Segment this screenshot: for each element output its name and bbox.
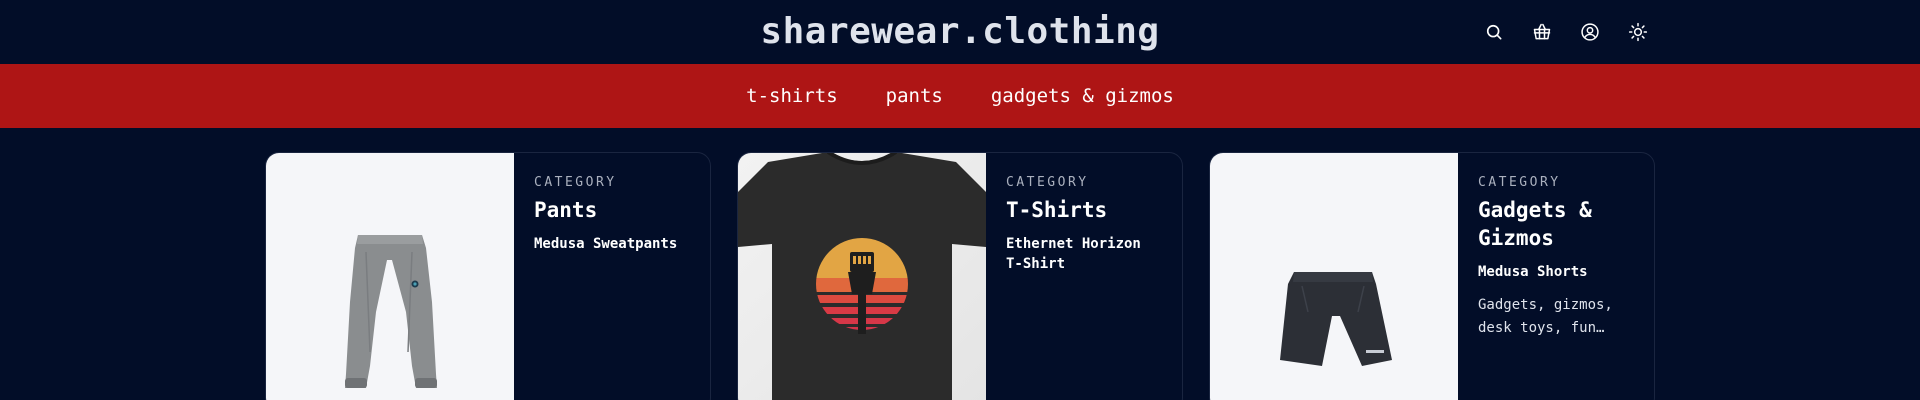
basket-icon[interactable] xyxy=(1530,19,1554,45)
nav-item-gadgets-gizmos[interactable]: gadgets & gizmos xyxy=(991,85,1174,107)
theme-toggle-icon[interactable] xyxy=(1626,19,1650,45)
product-name: Medusa Sweatpants xyxy=(534,236,678,252)
card-body: CATEGORY T-Shirts Ethernet Horizon T-Shi… xyxy=(986,153,1182,400)
nav-item-pants[interactable]: pants xyxy=(886,85,943,107)
header-actions xyxy=(1482,19,1650,45)
nav-item-t-shirts[interactable]: t-shirts xyxy=(746,85,838,107)
product-image-shorts xyxy=(1210,153,1458,400)
product-name: Medusa Shorts xyxy=(1478,264,1588,280)
card-body: CATEGORY Gadgets & Gizmos Medusa Shorts … xyxy=(1458,153,1654,400)
category-name: T-Shirts xyxy=(1006,198,1108,222)
product-image-sweatpants xyxy=(266,153,514,400)
category-label: CATEGORY xyxy=(1478,175,1561,190)
sweatpants-image xyxy=(345,235,437,388)
category-label: CATEGORY xyxy=(1006,175,1089,190)
search-icon[interactable] xyxy=(1482,19,1506,45)
t-shirt-image xyxy=(738,153,986,400)
product-image-t-shirt xyxy=(738,153,986,400)
category-card-pants[interactable]: CATEGORY Pants Medusa Sweatpants xyxy=(265,152,711,400)
category-cards: CATEGORY Pants Medusa Sweatpants CATEGOR… xyxy=(265,152,1655,400)
category-card-t-shirts[interactable]: CATEGORY T-Shirts Ethernet Horizon T-Shi… xyxy=(737,152,1183,400)
shorts-image xyxy=(1280,272,1392,366)
category-name: Pants xyxy=(534,198,598,222)
category-card-gadgets-gizmos[interactable]: CATEGORY Gadgets & Gizmos Medusa Shorts … xyxy=(1209,152,1655,400)
card-body: CATEGORY Pants Medusa Sweatpants xyxy=(514,153,710,400)
category-nav: t-shirts pants gadgets & gizmos xyxy=(0,64,1920,128)
product-name: Ethernet Horizon T-Shirt xyxy=(1006,236,1141,272)
brand-link[interactable]: sharewear.clothing xyxy=(760,11,1159,52)
account-icon[interactable] xyxy=(1578,19,1602,45)
category-label: CATEGORY xyxy=(534,175,617,190)
category-description: Gadgets, gizmos, desk toys, fun… xyxy=(1478,297,1613,336)
category-name: Gadgets & Gizmos xyxy=(1478,198,1592,250)
top-bar: sharewear.clothing xyxy=(0,0,1920,64)
